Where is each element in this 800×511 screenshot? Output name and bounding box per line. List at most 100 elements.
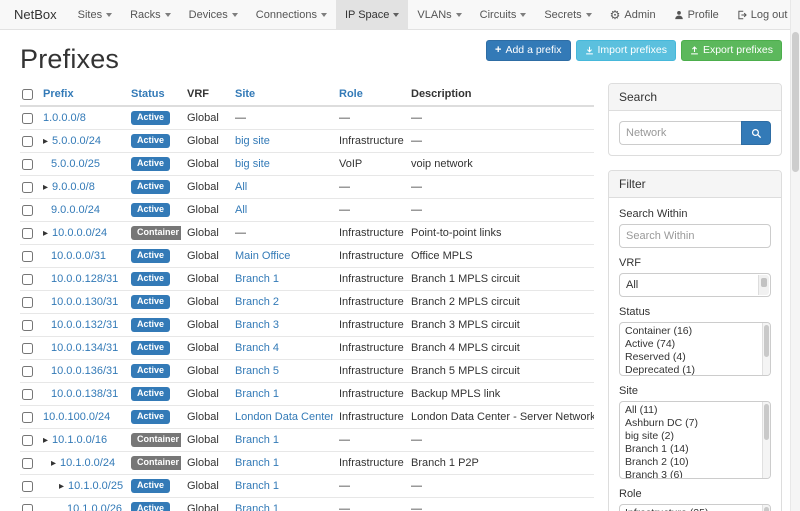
- prefix-link[interactable]: 10.1.0.0/16: [52, 434, 107, 446]
- nav-item-secrets[interactable]: Secrets: [535, 0, 600, 29]
- column-header-prefix[interactable]: Prefix: [37, 83, 125, 106]
- search-within-input[interactable]: [619, 224, 771, 248]
- select-all-checkbox[interactable]: [22, 89, 33, 100]
- site-link[interactable]: Branch 4: [235, 342, 279, 354]
- column-header-role[interactable]: Role: [333, 83, 405, 106]
- row-checkbox[interactable]: [22, 113, 33, 124]
- site-link[interactable]: big site: [235, 158, 270, 170]
- site-scrollbar[interactable]: [762, 402, 770, 478]
- site-link[interactable]: Branch 5: [235, 365, 279, 377]
- page-scrollbar-thumb[interactable]: [792, 32, 799, 172]
- status-cell: Active: [125, 199, 181, 222]
- row-checkbox[interactable]: [22, 228, 33, 239]
- site-link[interactable]: All: [235, 204, 247, 216]
- site-link[interactable]: Branch 1: [235, 273, 279, 285]
- page-scrollbar[interactable]: [790, 0, 800, 511]
- prefix-link[interactable]: 10.0.0.0/31: [51, 250, 106, 262]
- site-option[interactable]: Branch 3 (6): [620, 469, 760, 479]
- row-checkbox[interactable]: [22, 504, 33, 511]
- site-listbox[interactable]: All (11)Ashburn DC (7)big site (2)Branch…: [619, 401, 771, 479]
- site-link[interactable]: All: [235, 181, 247, 193]
- prefix-link[interactable]: 9.0.0.0/24: [51, 204, 100, 216]
- role-scrollbar[interactable]: [762, 505, 770, 511]
- vrf-cell: Global: [181, 498, 229, 511]
- site-link[interactable]: Branch 1: [235, 388, 279, 400]
- prefixes-table: PrefixStatusVRFSiteRoleDescription 1.0.0…: [20, 83, 594, 511]
- column-header-status[interactable]: Status: [125, 83, 181, 106]
- row-checkbox[interactable]: [22, 182, 33, 193]
- nav-item-connections[interactable]: Connections: [247, 0, 336, 29]
- nav-item-sites[interactable]: Sites: [69, 0, 121, 29]
- nav-item-ip-space[interactable]: IP Space: [336, 0, 408, 29]
- site-link[interactable]: Branch 1: [235, 480, 279, 492]
- site-option[interactable]: Branch 2 (10): [620, 456, 760, 469]
- nav-item-vlans[interactable]: VLANs: [408, 0, 470, 29]
- status-option[interactable]: Deprecated (1): [620, 364, 760, 376]
- row-checkbox[interactable]: [22, 205, 33, 216]
- site-option[interactable]: big site (2): [620, 430, 760, 443]
- netbox-logo[interactable]: NetBox: [10, 0, 69, 29]
- prefix-link[interactable]: 10.0.0.136/31: [51, 365, 118, 377]
- site-link[interactable]: Branch 1: [235, 503, 279, 511]
- nav-item-logout[interactable]: Log out: [728, 0, 797, 29]
- role-listbox[interactable]: Infrastructure (25)Management (8)Private…: [619, 504, 771, 511]
- add-prefix-button[interactable]: + Add a prefix: [486, 40, 570, 61]
- prefix-link[interactable]: 10.1.0.0/26: [67, 503, 122, 511]
- prefix-link[interactable]: 10.0.0.132/31: [51, 319, 118, 331]
- nav-item-circuits[interactable]: Circuits: [471, 0, 536, 29]
- row-checkbox[interactable]: [22, 435, 33, 446]
- nav-item-admin[interactable]: ⚙ Admin: [601, 0, 665, 29]
- column-header-site[interactable]: Site: [229, 83, 333, 106]
- row-checkbox[interactable]: [22, 366, 33, 377]
- site-link[interactable]: London Data Center: [235, 411, 333, 423]
- row-checkbox[interactable]: [22, 389, 33, 400]
- search-input[interactable]: [619, 121, 741, 145]
- prefix-link[interactable]: 10.0.0.128/31: [51, 273, 118, 285]
- status-listbox[interactable]: Container (16)Active (74)Reserved (4)Dep…: [619, 322, 771, 376]
- import-prefixes-button[interactable]: Import prefixes: [576, 40, 676, 61]
- status-option[interactable]: Container (16): [620, 325, 760, 338]
- site-option[interactable]: Ashburn DC (7): [620, 417, 760, 430]
- site-link[interactable]: Branch 3: [235, 319, 279, 331]
- nav-item-profile[interactable]: Profile: [665, 0, 728, 29]
- prefix-link[interactable]: 9.0.0.0/8: [52, 181, 95, 193]
- status-badge: Active: [131, 387, 170, 401]
- site-link[interactable]: Branch 1: [235, 457, 279, 469]
- row-checkbox[interactable]: [22, 297, 33, 308]
- prefix-link[interactable]: 10.0.100.0/24: [43, 411, 110, 423]
- vrf-select[interactable]: All: [619, 273, 771, 297]
- site-link[interactable]: Branch 2: [235, 296, 279, 308]
- row-checkbox[interactable]: [22, 159, 33, 170]
- site-link[interactable]: Main Office: [235, 250, 290, 262]
- prefix-link[interactable]: 5.0.0.0/24: [52, 135, 101, 147]
- status-option[interactable]: Reserved (4): [620, 351, 760, 364]
- export-prefixes-button[interactable]: Export prefixes: [681, 40, 782, 61]
- row-checkbox[interactable]: [22, 251, 33, 262]
- status-scrollbar[interactable]: [762, 323, 770, 375]
- status-option[interactable]: Active (74): [620, 338, 760, 351]
- prefix-link[interactable]: 10.1.0.0/24: [60, 457, 115, 469]
- prefix-link[interactable]: 5.0.0.0/25: [51, 158, 100, 170]
- search-button[interactable]: [741, 121, 771, 145]
- nav-item-devices[interactable]: Devices: [180, 0, 247, 29]
- prefix-link[interactable]: 1.0.0.0/8: [43, 112, 86, 124]
- prefix-link[interactable]: 10.1.0.0/25: [68, 480, 123, 492]
- row-checkbox[interactable]: [22, 136, 33, 147]
- prefix-link[interactable]: 10.0.0.0/24: [52, 227, 107, 239]
- site-option[interactable]: Branch 1 (14): [620, 443, 760, 456]
- prefix-link[interactable]: 10.0.0.130/31: [51, 296, 118, 308]
- row-checkbox[interactable]: [22, 320, 33, 331]
- status-cell: Active: [125, 176, 181, 199]
- prefix-link[interactable]: 10.0.0.138/31: [51, 388, 118, 400]
- role-option[interactable]: Infrastructure (25): [620, 507, 760, 511]
- row-checkbox[interactable]: [22, 481, 33, 492]
- site-link[interactable]: Branch 1: [235, 434, 279, 446]
- prefix-link[interactable]: 10.0.0.134/31: [51, 342, 118, 354]
- row-checkbox[interactable]: [22, 412, 33, 423]
- row-checkbox[interactable]: [22, 343, 33, 354]
- row-checkbox[interactable]: [22, 458, 33, 469]
- row-checkbox[interactable]: [22, 274, 33, 285]
- site-link[interactable]: big site: [235, 135, 270, 147]
- site-option[interactable]: All (11): [620, 404, 760, 417]
- nav-item-racks[interactable]: Racks: [121, 0, 180, 29]
